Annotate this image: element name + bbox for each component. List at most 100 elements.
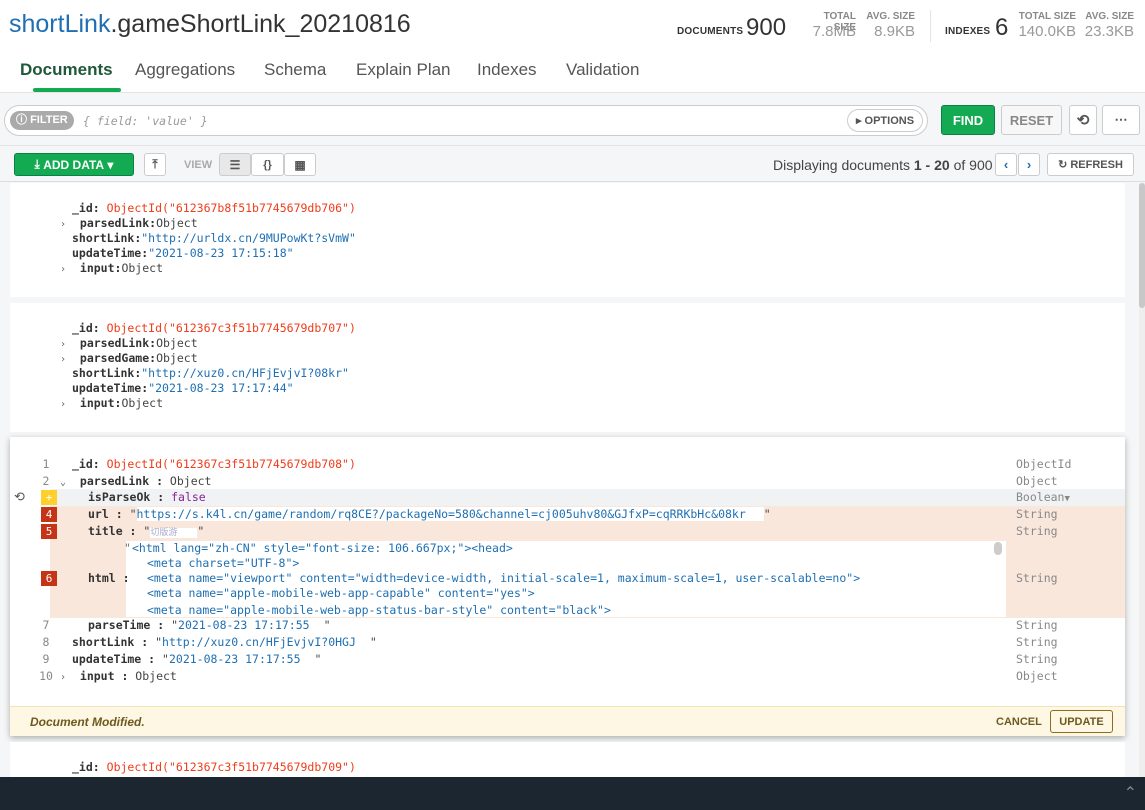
document-card[interactable]: _id: ObjectId("612367c3f51b7745679db709"… bbox=[10, 742, 1125, 782]
idx-avg-size: 23.3KB bbox=[1084, 23, 1134, 40]
tab-aggregations[interactable]: Aggregations bbox=[135, 60, 235, 80]
field-updateTime[interactable]: updateTime : "2021-08-23 17:17:55 " bbox=[72, 652, 321, 667]
collection-title: shortLink.gameShortLink_20210816 bbox=[9, 10, 411, 39]
field-input[interactable]: › input : Object bbox=[60, 669, 177, 684]
view-label: VIEW bbox=[184, 159, 213, 171]
field-url[interactable]: url : "https://s.k4l.cn/game/random/rq8C… bbox=[88, 507, 771, 522]
cancel-button[interactable]: CANCEL bbox=[996, 716, 1042, 728]
update-button[interactable]: UPDATE bbox=[1050, 710, 1113, 733]
type-label: String bbox=[1016, 524, 1058, 538]
tab-indexes[interactable]: Indexes bbox=[477, 60, 537, 80]
line-number: 7 bbox=[42, 618, 50, 632]
field-key: parsedLink bbox=[79, 216, 150, 230]
query-bar: ⓘ FILTER { field: 'value' } ▸ OPTIONS FI… bbox=[0, 94, 1145, 146]
avg-size: 8.9KB bbox=[874, 23, 915, 40]
download-icon: ⤓ bbox=[34, 157, 40, 171]
field-shortLink: shortLink:"http://xuz0.cn/HFjEvjvI?08kr" bbox=[72, 366, 349, 380]
expand-shell-icon[interactable]: ⌃ bbox=[1124, 783, 1137, 803]
dropdown-caret-icon: ▼ bbox=[1064, 494, 1070, 504]
added-marker: + bbox=[41, 490, 57, 505]
field-input[interactable]: › input:Object bbox=[60, 261, 163, 276]
database-link[interactable]: shortLink bbox=[9, 10, 110, 38]
total-count: 900 bbox=[969, 157, 993, 173]
url-input: https://s.k4l.cn/game/random/rq8CE?/pack… bbox=[136, 507, 764, 521]
field-title[interactable]: title : "切版游 " bbox=[88, 524, 204, 539]
documents-label: DOCUMENTS bbox=[677, 26, 744, 37]
tab-validation[interactable]: Validation bbox=[566, 60, 639, 80]
indexes-count: 6 bbox=[995, 14, 1009, 41]
more-options-icon[interactable]: ⋯ bbox=[1102, 105, 1140, 135]
line-number: 2 bbox=[42, 474, 50, 488]
indexes-label: INDEXES bbox=[945, 26, 991, 37]
list-view-icon[interactable]: ☰ bbox=[219, 153, 251, 176]
expand-arrow-icon: › bbox=[60, 339, 67, 350]
revert-icon[interactable]: ⟲ bbox=[14, 490, 25, 505]
field-id: _id: ObjectId("612367b8f51b7745679db706"… bbox=[72, 201, 356, 215]
field-key: input bbox=[79, 261, 115, 275]
tab-schema[interactable]: Schema bbox=[264, 60, 326, 80]
field-parseTime[interactable]: parseTime : "2021-08-23 17:17:55 " bbox=[88, 618, 331, 633]
type-label: Object bbox=[1016, 669, 1058, 683]
field-input[interactable]: › input:Object bbox=[60, 396, 163, 411]
field-value: ObjectId("612367b8f51b7745679db706") bbox=[106, 201, 356, 215]
field-parsedLink[interactable]: › parsedLink:Object bbox=[60, 216, 198, 231]
filter-input[interactable]: ⓘ FILTER { field: 'value' } ▸ OPTIONS bbox=[4, 105, 928, 136]
range-start: 1 bbox=[913, 157, 922, 173]
type-label: Object bbox=[1016, 474, 1058, 488]
refresh-icon: ↻ bbox=[1058, 159, 1068, 171]
find-button[interactable]: FIND bbox=[941, 105, 995, 135]
expand-arrow-icon: › bbox=[60, 399, 67, 410]
scrollbar[interactable] bbox=[1139, 183, 1145, 777]
filter-badge: ⓘ FILTER bbox=[10, 111, 74, 130]
document-card[interactable]: _id: ObjectId("612367b8f51b7745679db706"… bbox=[10, 183, 1125, 297]
type-label: String bbox=[1016, 635, 1058, 649]
html-textarea[interactable]: <html lang="zh-CN" style="font-size: 106… bbox=[126, 541, 1006, 617]
type-dropdown[interactable]: Boolean▼ bbox=[1016, 490, 1070, 504]
field-id: _id: ObjectId("612367c3f51b7745679db708"… bbox=[72, 457, 356, 471]
tab-documents[interactable]: Documents bbox=[20, 60, 113, 80]
textarea-scrollbar[interactable] bbox=[994, 542, 1002, 555]
field-value: ObjectId("612367c3f51b7745679db707") bbox=[106, 321, 356, 335]
options-button[interactable]: ▸ OPTIONS bbox=[847, 109, 923, 132]
field-id: _id: ObjectId("612367c3f51b7745679db709"… bbox=[72, 760, 356, 774]
query-history-icon[interactable]: ⟲ bbox=[1069, 105, 1097, 135]
line-number: 10 bbox=[39, 669, 53, 683]
export-icon[interactable]: ⤒ bbox=[144, 153, 166, 176]
document-card[interactable]: _id: ObjectId("612367c3f51b7745679db707"… bbox=[10, 303, 1125, 432]
document-editor[interactable]: 1 _id: ObjectId("612367c3f51b7745679db70… bbox=[10, 437, 1125, 736]
field-parsedGame[interactable]: › parsedGame:Object bbox=[60, 351, 198, 366]
type-label: ObjectId bbox=[1016, 457, 1072, 471]
document-modified-footer: Document Modified. CANCEL UPDATE bbox=[10, 706, 1125, 736]
field-id: _id: ObjectId("612367c3f51b7745679db707"… bbox=[72, 321, 356, 335]
line-number: 9 bbox=[42, 652, 50, 666]
field-shortLink[interactable]: shortLink : "http://xuz0.cn/HFjEvjvI?0HG… bbox=[72, 635, 377, 650]
expand-arrow-icon: › bbox=[60, 354, 67, 365]
range-sep: - bbox=[925, 157, 931, 173]
field-value: Object bbox=[121, 261, 163, 275]
of-text: of bbox=[953, 157, 966, 173]
add-data-button[interactable]: ⤓ ADD DATA ▾ bbox=[14, 153, 134, 176]
idx-total-size-label: TOTAL SIZE bbox=[1018, 11, 1076, 22]
field-parsedLink[interactable]: ⌄ parsedLink : Object bbox=[60, 474, 211, 489]
field-parsedLink[interactable]: › parsedLink:Object bbox=[60, 336, 198, 351]
field-key: updateTime bbox=[72, 246, 142, 260]
documents-count: 900 bbox=[746, 14, 787, 41]
prev-page-icon[interactable]: ‹ bbox=[995, 153, 1017, 176]
line-number: 1 bbox=[42, 457, 50, 471]
reset-button[interactable]: RESET bbox=[1001, 105, 1062, 135]
documents-toolbar: ⤓ ADD DATA ▾ ⤒ VIEW ☰ {} ▦ Displaying do… bbox=[0, 147, 1145, 182]
field-updateTime: updateTime:"2021-08-23 17:15:18" bbox=[72, 246, 294, 260]
field-updateTime: updateTime:"2021-08-23 17:17:44" bbox=[72, 381, 294, 395]
next-page-icon[interactable]: › bbox=[1018, 153, 1040, 176]
modified-message: Document Modified. bbox=[30, 715, 145, 729]
table-view-icon[interactable]: ▦ bbox=[284, 153, 316, 176]
filter-badge-label: FILTER bbox=[30, 114, 68, 126]
refresh-button[interactable]: ↻ REFRESH bbox=[1047, 153, 1134, 176]
avg-size-label: AVG. SIZE bbox=[866, 11, 915, 22]
field-shortLink: shortLink:"http://urldx.cn/9MUPowKt?sVmW… bbox=[72, 231, 356, 245]
refresh-label: REFRESH bbox=[1070, 158, 1123, 171]
modified-line-number: 4 bbox=[41, 507, 57, 522]
field-isParseOk[interactable]: isParseOk : false bbox=[88, 490, 206, 505]
json-view-icon[interactable]: {} bbox=[251, 153, 284, 176]
tab-explain-plan[interactable]: Explain Plan bbox=[356, 60, 451, 80]
